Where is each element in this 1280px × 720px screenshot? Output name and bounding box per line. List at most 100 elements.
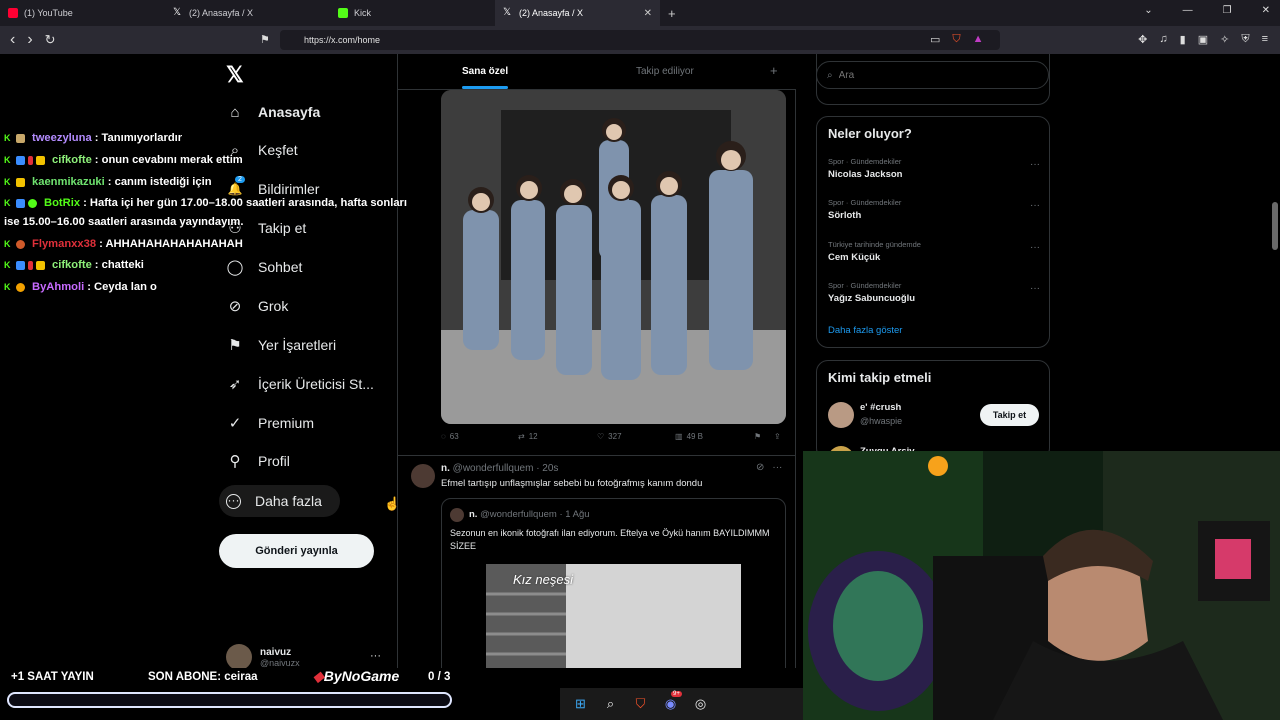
bookmark-icon: ⚑ — [754, 432, 762, 441]
tab-following[interactable]: Takip ediliyor — [636, 66, 694, 77]
x-icon: 𝕏 — [173, 7, 182, 18]
nav-home[interactable]: ⌂ Anasayfa — [226, 100, 320, 124]
goal-counter: 0 / 3 — [428, 671, 451, 683]
tab-close-icon[interactable]: ✕ — [644, 8, 652, 19]
trend-item[interactable]: Türkiye tarihinde gündemde Cem Küçük ··· — [828, 240, 1040, 263]
crown-badge-icon — [16, 177, 25, 187]
chat-message: Ktweezyluna: Tanımıyorlardır — [4, 132, 183, 144]
tab-list-icon[interactable]: ⌄ — [1144, 5, 1152, 16]
feed-tabs: Sana özel Takip ediliyor + — [398, 54, 796, 90]
tab-x-active[interactable]: 𝕏 (2) Anasayfa / X ✕ — [495, 0, 660, 26]
tab-x-1[interactable]: 𝕏 (2) Anasayfa / X — [165, 0, 330, 26]
nav-grok[interactable]: ⊘ Grok — [226, 294, 289, 318]
webcam-image — [803, 451, 1280, 720]
reply-button[interactable]: ◌ 63 — [441, 432, 459, 441]
trend-item[interactable]: Spor · Gündemdekiler Nicolas Jackson ··· — [828, 157, 1040, 180]
nav-profile[interactable]: ⚲ Profil — [226, 449, 290, 473]
image-caption: Kız neşesi — [513, 572, 573, 587]
bookmark-post-button[interactable]: ⚑ — [754, 432, 761, 441]
user-name[interactable]: e' #crush — [860, 402, 901, 413]
extensions-icon[interactable]: ✥ — [1138, 33, 1147, 46]
grok-icon: ⊘ — [228, 298, 242, 315]
post-header-icons: ⊘ ··· — [756, 462, 782, 473]
last-sub-text: SON ABONE: ceiraa — [148, 671, 258, 683]
url-text: https://x.com/home — [304, 35, 381, 45]
address-bar[interactable]: https://x.com/home — [280, 30, 1000, 50]
home-icon: ⌂ — [230, 103, 240, 121]
more-icon[interactable]: ··· — [1030, 242, 1040, 253]
chat-message: K Flymanxx38: AHHAHAHAHAHAHAHAH — [4, 238, 243, 250]
like-button[interactable]: ♡ 327 — [597, 432, 622, 441]
brave-shield-icon[interactable]: ⛉ — [952, 33, 960, 46]
post-button[interactable]: Gönderi yayınla — [219, 534, 374, 568]
sidebar-icon[interactable]: ▮ — [1180, 33, 1186, 46]
cast-icon[interactable]: ▭ — [930, 33, 940, 46]
user-handle: @hwaspie — [860, 416, 903, 426]
leo-icon[interactable]: ✧ — [1220, 33, 1229, 46]
badge-icon — [16, 133, 25, 143]
kick-icon: K — [4, 176, 11, 187]
search-input[interactable] — [838, 69, 1019, 81]
kick-icon: K — [4, 238, 11, 249]
vpn-icon[interactable]: ⛨ — [1241, 33, 1249, 46]
more-icon[interactable]: ··· — [1030, 283, 1040, 294]
avatar[interactable] — [828, 402, 854, 428]
heart-icon: ♡ — [597, 432, 605, 441]
trend-item[interactable]: Spor · Gündemdekiler Sörloth ··· — [828, 198, 1040, 221]
reload-icon[interactable]: ↻ — [45, 32, 56, 48]
repost-button[interactable]: ⇄ 12 — [518, 432, 538, 441]
brave-rewards-icon[interactable]: ▲ — [973, 33, 984, 46]
back-icon[interactable]: ‹ — [10, 31, 15, 49]
tab-youtube[interactable]: (1) YouTube — [0, 0, 165, 26]
menu-icon[interactable]: ≡ — [1262, 33, 1268, 46]
account-more-icon[interactable]: ··· — [370, 650, 381, 662]
tab-for-you[interactable]: Sana özel — [462, 66, 508, 77]
close-window-icon[interactable]: ✕ — [1262, 5, 1270, 16]
grok-icon[interactable]: ⊘ — [756, 462, 764, 473]
trend-item[interactable]: Spor · Gündemdekiler Yağız Sabuncuoğlu ··· — [828, 281, 1040, 304]
search-icon[interactable]: ⌕ — [602, 696, 619, 713]
minimize-icon[interactable]: — — [1183, 5, 1193, 16]
divider — [398, 455, 796, 456]
account-switcher[interactable]: naivuz @naivuzx — [226, 644, 300, 670]
avatar[interactable] — [411, 464, 435, 488]
scrollbar-thumb[interactable] — [1272, 202, 1278, 250]
extra-hour-text: +1 SAAT YAYIN — [11, 671, 94, 683]
discord-badge: 9+ — [671, 690, 682, 697]
card-title: Kimi takip etmeli — [828, 370, 932, 385]
restore-icon[interactable]: ❐ — [1223, 5, 1232, 16]
discord-icon[interactable]: ◉ 9+ — [662, 690, 682, 713]
obs-icon[interactable]: ◎ — [692, 696, 709, 713]
add-tab-icon[interactable]: + — [770, 63, 778, 78]
nav-bookmarks[interactable]: ⚑ Yer İşaretleri — [226, 333, 336, 357]
search-field[interactable]: ⌕ — [816, 61, 1049, 89]
show-more-link[interactable]: Daha fazla göster — [828, 325, 902, 336]
music-icon[interactable]: ♫ — [1159, 33, 1167, 46]
more-icon[interactable]: ··· — [1030, 200, 1040, 211]
address-bar-icons: ▭ ⛉ ▲ — [930, 33, 984, 46]
share-button[interactable]: ⇪ — [774, 432, 781, 441]
bookmark-page-icon[interactable]: ⚑ — [260, 33, 270, 46]
windows-start-icon[interactable]: ⊞ — [572, 696, 589, 713]
post-image[interactable] — [441, 90, 786, 424]
chart-icon: ▥ — [675, 432, 683, 441]
follow-button[interactable]: Takip et — [980, 404, 1039, 426]
brand-logo: ◆ByNoGame — [313, 668, 400, 684]
chat-message: K BotRix: Hafta içi her gün 17.00–18.00 s… — [4, 197, 408, 209]
nav-more[interactable]: ··· Daha fazla — [226, 489, 322, 513]
verified-badge-icon — [28, 198, 37, 208]
nav-creator-studio[interactable]: ➶ İçerik Üreticisi St... — [226, 372, 374, 396]
nav-chat[interactable]: ◯ Sohbet — [226, 255, 303, 279]
more-icon[interactable]: ··· — [772, 462, 782, 473]
wallet-icon[interactable]: ▣ — [1198, 33, 1208, 46]
nav-premium[interactable]: ✓ Premium — [226, 411, 314, 435]
tab-kick[interactable]: Kick — [330, 0, 495, 26]
brave-icon[interactable]: ⛉ — [632, 696, 649, 713]
views-button[interactable]: ▥ 49 B — [675, 432, 703, 441]
x-logo-icon[interactable]: 𝕏 — [226, 62, 244, 88]
reply-icon: ◌ — [441, 432, 446, 441]
forward-icon[interactable]: › — [27, 31, 32, 49]
new-tab-button[interactable]: + — [668, 6, 676, 21]
active-tab-indicator — [462, 86, 508, 89]
more-icon[interactable]: ··· — [1030, 159, 1040, 170]
